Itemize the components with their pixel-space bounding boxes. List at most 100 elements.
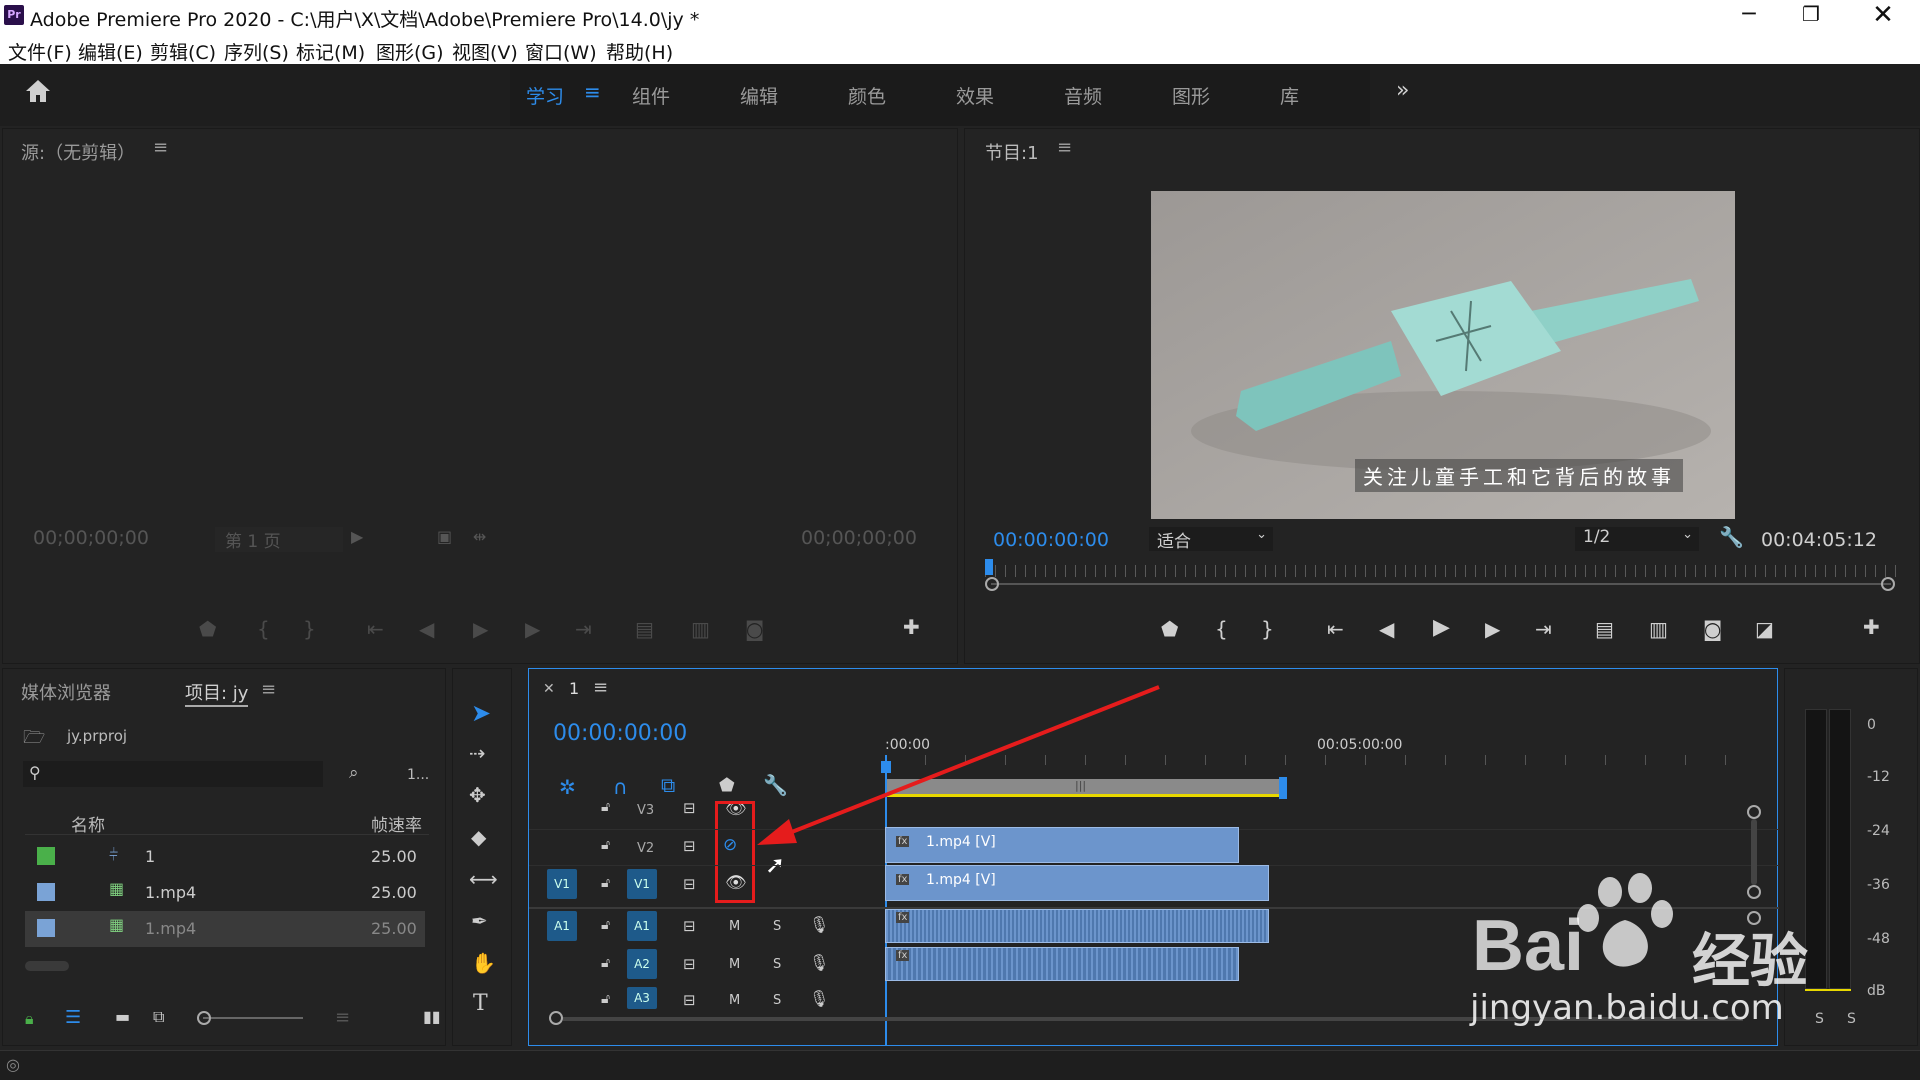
menu-edit[interactable]: 编辑(E): [78, 38, 143, 65]
ripple-edit-tool-icon[interactable]: ✥: [469, 783, 486, 807]
sync-lock-icon[interactable]: ⊟: [683, 837, 696, 855]
lock-track-icon[interactable]: 🔓︎: [601, 917, 610, 933]
step-back-icon[interactable]: ◀: [419, 617, 434, 641]
menu-help[interactable]: 帮助(H): [606, 38, 673, 65]
work-area-end-handle[interactable]: [1279, 777, 1287, 799]
auto-sequence-icon[interactable]: ▮▮: [423, 1007, 441, 1026]
track-label-a3[interactable]: A3: [627, 987, 657, 1009]
hand-tool-icon[interactable]: ✋: [471, 951, 496, 975]
new-search-bin-icon[interactable]: ⌕: [349, 763, 359, 783]
menu-clip[interactable]: 剪辑(C): [150, 38, 216, 65]
lock-track-icon[interactable]: 🔓︎: [601, 991, 610, 1007]
sync-lock-icon[interactable]: ⊟: [683, 799, 696, 817]
program-timecode[interactable]: 00:00:00:00: [993, 529, 1109, 551]
label-color-swatch[interactable]: [37, 919, 55, 937]
step-forward-icon[interactable]: ▶: [1485, 617, 1500, 641]
slip-tool-icon[interactable]: ⟷: [469, 867, 498, 891]
in-point-icon[interactable]: {: [257, 617, 270, 641]
mute-button[interactable]: M: [729, 919, 740, 934]
zoom-slider[interactable]: [197, 1011, 303, 1025]
solo-button[interactable]: S: [773, 919, 781, 934]
zoom-slider-thumb[interactable]: [197, 1011, 211, 1025]
minimize-icon[interactable]: ─: [1734, 2, 1764, 30]
source-page-select[interactable]: 第 1 页: [215, 527, 343, 552]
tab-media-browser[interactable]: 媒体浏览器: [21, 679, 111, 705]
marker-icon[interactable]: ⬟: [1161, 617, 1178, 641]
program-title[interactable]: 节目:1: [985, 139, 1039, 165]
panel-menu-icon[interactable]: ≡: [1057, 137, 1072, 158]
close-tab-icon[interactable]: ✕: [543, 681, 555, 697]
go-to-in-icon[interactable]: ⇤: [1327, 617, 1344, 641]
workspace-tab-assembly[interactable]: 组件: [632, 82, 670, 109]
nest-icon[interactable]: ✲: [559, 775, 576, 799]
out-point-icon[interactable]: }: [303, 617, 316, 641]
more-workspaces-icon[interactable]: »: [1396, 78, 1409, 103]
step-forward-icon[interactable]: ▶: [525, 617, 540, 641]
track-label-a1[interactable]: A1: [627, 911, 657, 941]
label-color-swatch[interactable]: [37, 883, 55, 901]
track-label-v1[interactable]: V1: [627, 869, 657, 899]
sync-lock-icon[interactable]: ⊟: [683, 917, 696, 935]
resolution-dropdown[interactable]: 1/2 ⌄: [1575, 527, 1699, 551]
close-icon[interactable]: ✕: [1868, 0, 1898, 30]
solo-right-button[interactable]: S: [1847, 1011, 1856, 1027]
add-button-icon[interactable]: ✚: [1863, 615, 1880, 639]
workspace-tab-effects[interactable]: 效果: [956, 82, 994, 109]
zoom-handle-left[interactable]: [985, 577, 999, 591]
fit-dropdown[interactable]: 适合 ⌄: [1149, 527, 1273, 552]
sync-lock-icon[interactable]: ⊟: [683, 955, 696, 973]
workspace-menu-icon[interactable]: ≡: [584, 80, 601, 104]
timeline-tab[interactable]: 1: [569, 679, 579, 698]
menu-file[interactable]: 文件(F): [8, 38, 72, 65]
lock-track-icon[interactable]: 🔓︎: [601, 875, 610, 891]
track-label-v2[interactable]: V2: [637, 841, 654, 856]
microphone-icon[interactable]: 🎙︎: [809, 915, 829, 934]
lock-track-icon[interactable]: 🔓︎: [601, 837, 610, 853]
workspace-tab-editing[interactable]: 编辑: [740, 82, 778, 109]
pen-tool-icon[interactable]: ✒: [471, 909, 488, 933]
add-button-icon[interactable]: ✚: [903, 615, 920, 639]
vertical-zoom-handle[interactable]: [1747, 805, 1761, 819]
menu-window[interactable]: 窗口(W): [525, 38, 597, 65]
export-frame-icon[interactable]: ◙: [1703, 617, 1722, 641]
sync-lock-icon[interactable]: ⊟: [683, 875, 696, 893]
lock-track-icon[interactable]: 🔓︎: [601, 799, 610, 815]
workspace-tab-libraries[interactable]: 库: [1280, 82, 1299, 109]
lock-icon[interactable]: 🔒︎: [25, 1009, 34, 1029]
razor-tool-icon[interactable]: ◆: [471, 825, 486, 849]
panel-menu-icon[interactable]: ≡: [153, 137, 168, 158]
project-item-clip[interactable]: ▦ 1.mp4 25.00: [25, 875, 425, 911]
tab-project[interactable]: 项目: jy: [185, 679, 249, 707]
wrench-icon[interactable]: 🔧: [1719, 525, 1744, 549]
program-scrubber[interactable]: [985, 559, 1897, 593]
project-scrollbar[interactable]: [25, 961, 69, 971]
label-color-swatch[interactable]: [37, 847, 55, 865]
menu-graphics[interactable]: 图形(G): [376, 38, 444, 65]
workspace-tab-color[interactable]: 颜色: [848, 82, 886, 109]
type-tool-icon[interactable]: T: [473, 991, 488, 1016]
playhead-marker[interactable]: [985, 559, 993, 575]
zoom-handle-right[interactable]: [1881, 577, 1895, 591]
lift-icon[interactable]: ▤: [1595, 617, 1614, 641]
overwrite-icon[interactable]: ▥: [691, 617, 710, 641]
home-icon[interactable]: [24, 78, 52, 108]
project-item-clip-selected[interactable]: ▦ 1.mp4 25.00: [25, 911, 425, 947]
panel-menu-icon[interactable]: ≡: [261, 679, 276, 700]
restore-icon[interactable]: ❐: [1796, 2, 1826, 30]
play-icon[interactable]: ▶: [1433, 615, 1450, 640]
sort-icon[interactable]: ≡: [335, 1007, 350, 1028]
mute-button[interactable]: M: [729, 957, 740, 972]
play-icon[interactable]: ▶: [473, 617, 488, 641]
in-point-icon[interactable]: {: [1215, 617, 1228, 641]
marker-icon[interactable]: ⬟: [199, 617, 216, 641]
menu-view[interactable]: 视图(V): [452, 38, 518, 65]
sync-status-icon[interactable]: ◎: [6, 1055, 20, 1074]
column-fps-header[interactable]: 帧速率: [371, 811, 422, 836]
project-item-sequence[interactable]: ⫩ 1 25.00: [25, 839, 425, 875]
go-to-out-icon[interactable]: ⇥: [575, 617, 592, 641]
snap-icon[interactable]: ∩: [613, 775, 628, 799]
out-point-icon[interactable]: }: [1261, 617, 1274, 641]
workspace-tab-graphics[interactable]: 图形: [1172, 82, 1210, 109]
add-marker-icon[interactable]: ⬟: [719, 775, 735, 796]
track-select-tool-icon[interactable]: ⇢: [469, 741, 486, 765]
